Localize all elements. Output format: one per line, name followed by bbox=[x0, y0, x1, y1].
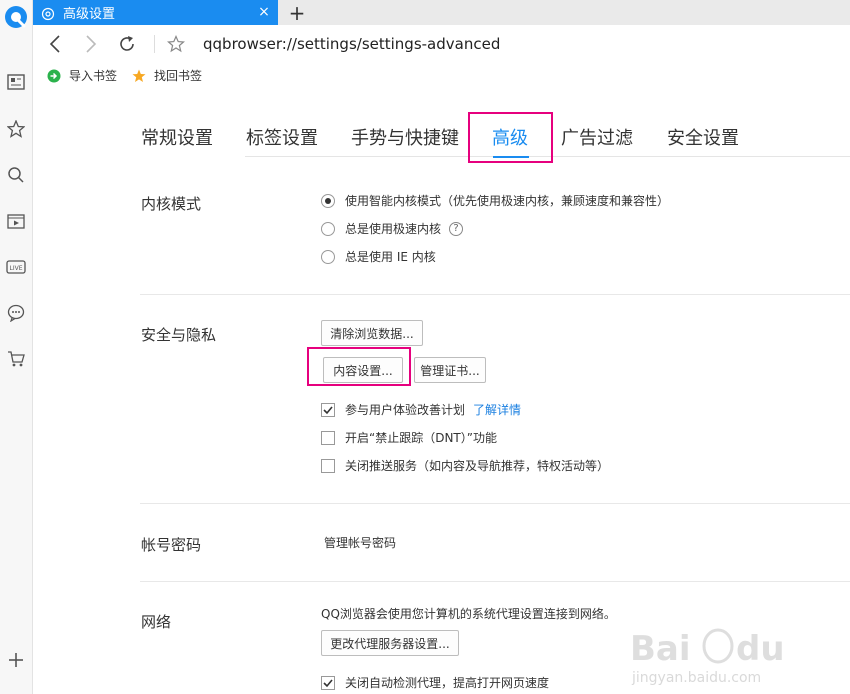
url-text[interactable]: qqbrowser://settings/settings-advanced bbox=[203, 35, 500, 53]
radio-unselected bbox=[321, 249, 335, 264]
address-divider bbox=[154, 35, 155, 53]
kernel-option-ie[interactable]: 总是使用 IE 内核 bbox=[321, 248, 436, 265]
svg-text:Bai: Bai bbox=[630, 629, 691, 669]
checkbox-checked bbox=[321, 675, 335, 690]
refresh-icon[interactable] bbox=[115, 32, 139, 56]
push-service-checkbox[interactable]: 关闭推送服务（如内容及导航推荐，特权活动等） bbox=[321, 457, 609, 474]
chat-icon[interactable] bbox=[0, 299, 32, 327]
live-icon[interactable]: LIVE bbox=[0, 253, 32, 281]
kernel-option-fast[interactable]: 总是使用极速内核 ? bbox=[321, 220, 464, 237]
search-icon[interactable] bbox=[0, 161, 32, 189]
bookmark-star-icon[interactable] bbox=[0, 115, 32, 143]
add-icon[interactable] bbox=[0, 646, 32, 674]
checkbox-unchecked bbox=[321, 458, 335, 473]
favorite-star-icon[interactable] bbox=[164, 32, 188, 56]
dnt-checkbox[interactable]: 开启“禁止跟踪（DNT）”功能 bbox=[321, 429, 497, 446]
auto-detect-proxy-label: 关闭自动检测代理，提高打开网页速度 bbox=[345, 676, 550, 690]
checkbox-checked bbox=[321, 402, 335, 417]
nav-security[interactable]: 安全设置 bbox=[667, 124, 739, 150]
star-icon bbox=[132, 69, 146, 83]
network-description: QQ浏览器会使用您计算机的系统代理设置连接到网络。 bbox=[321, 607, 616, 621]
video-icon[interactable] bbox=[0, 207, 32, 235]
section-separator bbox=[140, 581, 850, 582]
push-service-label: 关闭推送服务（如内容及导航推荐，特权活动等） bbox=[345, 459, 610, 473]
tab-strip: 高级设置 × + bbox=[33, 0, 850, 25]
kernel-option-smart-label: 使用智能内核模式（优先使用极速内核，兼顾速度和兼容性） bbox=[345, 194, 670, 208]
dnt-label: 开启“禁止跟踪（DNT）”功能 bbox=[345, 431, 497, 445]
baidu-jingyan-watermark: Bai du jingyan.baidu.com bbox=[626, 620, 836, 688]
nav-general[interactable]: 常规设置 bbox=[141, 124, 213, 150]
help-question-icon[interactable]: ? bbox=[449, 221, 464, 236]
address-bar: qqbrowser://settings/settings-advanced bbox=[33, 25, 850, 63]
recover-bookmarks-label: 找回书签 bbox=[154, 69, 203, 83]
checkbox-unchecked bbox=[321, 430, 335, 445]
forward-arrow-icon[interactable] bbox=[79, 32, 103, 56]
svg-text:LIVE: LIVE bbox=[9, 265, 22, 272]
highlight-box-content-settings bbox=[307, 347, 411, 386]
radio-selected bbox=[321, 193, 335, 208]
nav-gestures[interactable]: 手势与快捷键 bbox=[351, 124, 459, 150]
ux-plan-label: 参与用户体验改善计划 bbox=[345, 403, 466, 417]
manage-passwords-link[interactable]: 管理帐号密码 bbox=[324, 534, 396, 551]
recover-bookmarks-link[interactable]: 找回书签 bbox=[132, 67, 202, 84]
highlight-box-advanced bbox=[468, 112, 553, 163]
settings-content: 常规设置 标签设置 手势与快捷键 高级 广告过滤 安全设置 内核模式 使用智能内… bbox=[33, 89, 850, 694]
svg-text:du: du bbox=[736, 629, 785, 669]
change-proxy-button[interactable]: 更改代理服务器设置... bbox=[321, 630, 459, 656]
nav-tabs[interactable]: 标签设置 bbox=[246, 124, 318, 150]
account-section-title: 帐号密码 bbox=[141, 536, 202, 554]
manage-certificates-button[interactable]: 管理证书... bbox=[414, 357, 486, 383]
tab-close-icon[interactable]: × bbox=[256, 4, 272, 20]
left-sidebar: LIVE bbox=[0, 0, 33, 694]
network-section-title: 网络 bbox=[141, 613, 172, 631]
import-arrow-icon bbox=[47, 69, 61, 83]
privacy-section-title: 安全与隐私 bbox=[141, 326, 217, 344]
ux-plan-checkbox[interactable]: 参与用户体验改善计划 了解详情 bbox=[321, 401, 521, 418]
import-bookmarks-link[interactable]: 导入书签 bbox=[47, 67, 117, 84]
qq-browser-logo-icon[interactable] bbox=[3, 4, 29, 30]
settings-gear-icon bbox=[41, 6, 55, 20]
radio-unselected bbox=[321, 221, 335, 236]
shopping-cart-icon[interactable] bbox=[0, 345, 32, 373]
new-tab-button[interactable]: + bbox=[286, 0, 308, 25]
back-arrow-icon[interactable] bbox=[43, 32, 67, 56]
auto-detect-proxy-checkbox[interactable]: 关闭自动检测代理，提高打开网页速度 bbox=[321, 674, 549, 691]
tab-title: 高级设置 bbox=[63, 7, 116, 22]
nav-adblock[interactable]: 广告过滤 bbox=[561, 124, 633, 150]
tab-advanced-settings[interactable]: 高级设置 × bbox=[33, 0, 278, 25]
section-separator bbox=[140, 503, 850, 504]
kernel-option-smart[interactable]: 使用智能内核模式（优先使用极速内核，兼顾速度和兼容性） bbox=[321, 192, 669, 209]
svg-text:jingyan.baidu.com: jingyan.baidu.com bbox=[631, 670, 761, 686]
news-icon[interactable] bbox=[0, 68, 32, 96]
learn-more-link[interactable]: 了解详情 bbox=[473, 401, 521, 418]
kernel-option-ie-label: 总是使用 IE 内核 bbox=[345, 250, 436, 264]
kernel-section-title: 内核模式 bbox=[141, 195, 202, 213]
clear-browsing-data-button[interactable]: 清除浏览数据... bbox=[321, 320, 423, 346]
import-bookmarks-label: 导入书签 bbox=[69, 69, 118, 83]
bookmarks-bar: 导入书签 找回书签 bbox=[33, 63, 850, 89]
section-separator bbox=[140, 294, 850, 295]
kernel-option-fast-label: 总是使用极速内核 bbox=[345, 222, 442, 236]
